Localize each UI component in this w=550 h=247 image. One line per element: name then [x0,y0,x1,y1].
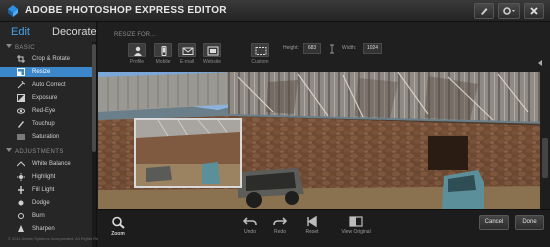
done-button[interactable]: Done [515,215,544,230]
crop-icon [17,55,25,63]
view-original-icon [349,216,363,227]
expand-triangle-icon [6,148,12,152]
preset-custom-button[interactable] [251,43,269,57]
sharpen-icon [18,225,24,232]
fill-light-icon [18,186,24,194]
tool-crop-rotate[interactable]: Crop & Rotate [0,54,92,64]
tool-burn[interactable]: Burn [0,211,92,221]
view-original-button[interactable]: View Original [334,216,378,235]
reset-icon [307,216,317,227]
help-button[interactable] [474,3,494,19]
link-proportions-icon[interactable] [328,44,336,54]
preset-mobile-button[interactable] [154,43,172,57]
eye-icon [17,108,25,114]
tab-decorate[interactable]: Decorate [52,26,97,38]
view-original-label: View Original [341,229,371,235]
canvas-scrollbar[interactable] [540,72,550,209]
app-title: ADOBE PHOTOSHOP EXPRESS EDITOR [25,5,227,16]
website-icon [207,46,219,56]
zoom-label: Zoom [111,231,125,237]
preset-custom-label: Custom [251,59,269,65]
pen-icon [481,8,488,15]
expand-triangle-icon [6,44,12,48]
tool-white-balance[interactable]: White Balance [0,159,92,169]
settings-button[interactable] [498,3,520,19]
collapse-panel-icon[interactable] [538,60,542,66]
preset-website-button[interactable] [203,43,221,57]
tool-resize[interactable]: Resize [0,67,92,77]
close-button[interactable] [524,3,544,19]
tool-sharpen[interactable]: Sharpen [0,224,92,234]
zoom-button[interactable]: Zoom [100,216,136,237]
exposure-icon [17,94,25,102]
photo-image [98,72,550,209]
tool-dodge[interactable]: Dodge [0,198,92,208]
image-canvas[interactable] [98,72,550,209]
reset-label: Reset [305,229,319,235]
custom-size-icon [255,47,267,55]
saturation-icon [17,134,25,140]
burn-icon [18,213,24,219]
canvas-scrollbar-thumb[interactable] [542,138,548,178]
highlight-icon [17,173,25,181]
tool-touchup[interactable]: Touchup [0,119,92,129]
close-icon [530,7,538,15]
section-adjustments[interactable]: ADJUSTMENTS [6,148,64,155]
section-basic[interactable]: BASIC [6,44,35,51]
width-label: Width: [342,45,357,51]
gear-icon [503,7,515,15]
dodge-icon [18,200,24,206]
width-field[interactable]: 1024 [363,43,382,54]
magnifier-icon [112,216,125,229]
undo-icon [243,217,257,226]
resize-options-panel: RESIZE FOR... Profile Mobile E-mail Webs… [98,22,550,72]
tool-fill-light[interactable]: Fill Light [0,185,92,195]
height-field[interactable]: 683 [303,43,321,54]
white-balance-icon [17,161,25,167]
title-bar: ADOBE PHOTOSHOP EXPRESS EDITOR [0,0,550,22]
redo-icon [273,217,287,226]
tool-exposure[interactable]: Exposure [0,93,92,103]
sidebar: Edit Decorate BASIC Crop & Rotate Resize… [0,22,97,247]
tab-edit[interactable]: Edit [11,26,30,38]
person-icon [134,46,142,56]
mobile-icon [161,46,167,56]
bottom-toolbar: Zoom Undo Redo Reset View Original Cance… [98,209,550,247]
resize-icon [17,68,25,76]
photoshop-express-logo-icon [8,5,18,17]
redo-button[interactable]: Redo [262,216,298,235]
tool-saturation[interactable]: Saturation [0,132,92,142]
tool-red-eye[interactable]: Red-Eye [0,106,92,116]
preset-email-button[interactable] [178,43,196,57]
redo-label: Redo [274,229,286,235]
auto-correct-icon [17,81,25,89]
reset-button[interactable]: Reset [294,216,330,235]
email-icon [182,47,194,55]
height-label: Height: [283,45,299,51]
tool-highlight[interactable]: Highlight [0,172,92,182]
sidebar-scrollbar-thumb[interactable] [92,44,96,152]
cancel-button[interactable]: Cancel [479,215,509,230]
resize-for-heading: RESIZE FOR... [114,32,156,38]
tool-auto-correct[interactable]: Auto Correct [0,80,92,90]
preset-website-label: Website [203,59,221,65]
sidebar-scrollbar[interactable] [92,42,96,247]
brush-icon [18,121,24,128]
preset-profile-button[interactable] [128,43,146,57]
